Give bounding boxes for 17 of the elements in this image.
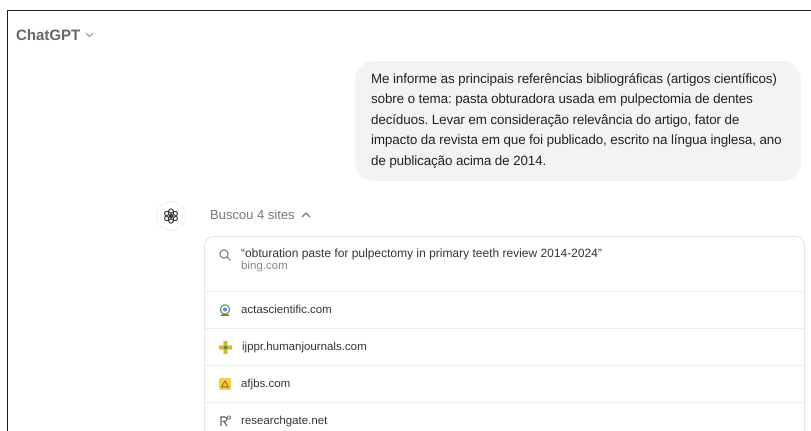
search-domain: bing.com — [241, 260, 289, 272]
assistant-avatar-icon — [156, 201, 186, 232]
chevron-up-icon — [300, 211, 311, 218]
app-title: ChatGPT — [16, 26, 80, 44]
source-link[interactable]: ijppr.humanjournals.com — [242, 341, 367, 354]
chevron-down-icon[interactable] — [85, 32, 94, 38]
source-link[interactable]: afjbs.com — [241, 378, 290, 390]
triangle-favicon-icon — [219, 378, 231, 390]
site-favicon-icon — [219, 304, 231, 316]
user-message: Me informe as principais referências bibliográficas (artigos científicos) sobre o tema: pasta obturadora usada em pulpectomia de dentes decíduos. Levar em consideração relevância do artigo, fator de impacto da revista em que foi publicado, escrito na língua inglesa, ano de publicação acima de 2014. — [355, 61, 801, 182]
source-link[interactable]: actascientific.com — [241, 304, 332, 316]
search-summary-toggle[interactable]: Buscou 4 sites — [210, 207, 311, 222]
search-query[interactable]: “obturation paste for pulpectomy in primary teeth review 2014-2024” — [241, 246, 602, 260]
search-icon — [219, 249, 231, 262]
source-link[interactable]: researchgate.net — [241, 415, 328, 428]
cross-favicon-icon — [219, 340, 232, 354]
site-favicon-icon — [219, 415, 231, 428]
